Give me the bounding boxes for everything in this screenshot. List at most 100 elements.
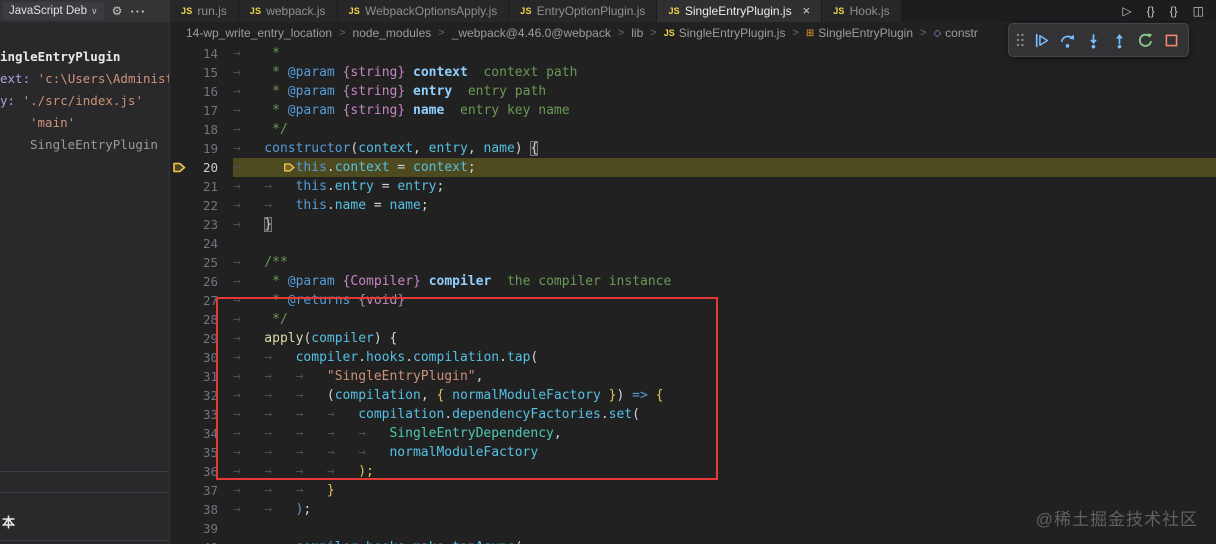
code-line-content[interactable]: → * @param {Compiler} compiler the compi… [233, 272, 1216, 291]
breakpoint-margin[interactable] [170, 177, 190, 196]
breakpoint-margin[interactable] [170, 139, 190, 158]
breakpoint-margin[interactable] [170, 500, 190, 519]
code-token: . [326, 198, 335, 213]
code-line-content[interactable]: → * @returns {void} [233, 291, 1216, 310]
debug-stop-button[interactable] [1160, 28, 1183, 52]
breakpoint-margin[interactable] [170, 253, 190, 272]
breakpoint-margin[interactable] [170, 272, 190, 291]
breadcrumb-label: SingleEntryPlugin.js [678, 26, 786, 40]
code-line-content[interactable]: → → → → → normalModuleFactory [233, 443, 1216, 462]
breakpoint-margin[interactable] [170, 234, 190, 253]
code-token: constructor [264, 141, 351, 156]
breadcrumb-item[interactable]: lib [631, 26, 643, 40]
debug-step-over-button[interactable] [1056, 28, 1079, 52]
breadcrumb-item[interactable]: JS SingleEntryPlugin.js [664, 26, 786, 40]
tab-webpackoptionsapply-js[interactable]: JS WebpackOptionsApply.js [337, 0, 510, 22]
tab-run-js[interactable]: JS run.js [170, 0, 239, 22]
line-number: 20 [202, 160, 218, 175]
debug-continue-button[interactable] [1030, 28, 1053, 52]
code-line-content[interactable] [233, 234, 1216, 253]
code-line-content[interactable]: → → this. name = name; [233, 196, 1216, 215]
debug-restart-button[interactable] [1134, 28, 1157, 52]
line-number: 28 [202, 312, 218, 327]
code-line-content[interactable]: → constructor(context, entry, name) { [233, 139, 1216, 158]
code-line-content[interactable]: → → → →); [233, 462, 1216, 481]
breakpoint-margin[interactable] [170, 215, 190, 234]
code-token: ; [436, 179, 445, 194]
breakpoint-margin[interactable] [170, 367, 190, 386]
variable-row[interactable]: SingleEntryPlugin [0, 134, 169, 156]
breakpoint-margin[interactable] [170, 538, 190, 544]
breakpoint-margin[interactable] [170, 481, 190, 500]
brackets-2-icon[interactable]: {} [1170, 4, 1178, 18]
split-editor-icon[interactable]: ◫ [1193, 4, 1204, 18]
run-icon[interactable]: ▷ [1122, 4, 1131, 18]
line-number: 24 [202, 236, 218, 251]
breadcrumb-item[interactable]: ◇ constr [933, 26, 977, 40]
variable-row[interactable]: ext: 'c:\Users\Administ… [0, 68, 169, 90]
breakpoint-margin[interactable] [170, 101, 190, 120]
code-line-content[interactable]: →→compiler.hooks.make.tapAsync( [233, 538, 1216, 544]
code-token: ( [515, 540, 523, 544]
variable-row[interactable]: 'main' [0, 112, 169, 134]
breadcrumb-label: 14-wp_write_entry_location [186, 26, 333, 40]
breakpoint-margin[interactable] [170, 291, 190, 310]
debug-step-out-button[interactable] [1108, 28, 1131, 52]
toolbar-drag-handle[interactable] [1014, 31, 1026, 49]
tab-hook-js[interactable]: JS Hook.js [822, 0, 902, 22]
breakpoint-margin[interactable] [170, 348, 190, 367]
breakpoint-margin[interactable] [170, 63, 190, 82]
breakpoint-margin[interactable] [170, 424, 190, 443]
code-line-content[interactable]: → → this. entry = entry; [233, 177, 1216, 196]
breakpoint-margin[interactable] [170, 310, 190, 329]
tab-whitespace-marker: → [295, 369, 304, 384]
debug-current-line-icon[interactable] [170, 158, 190, 177]
breakpoint-margin[interactable] [170, 196, 190, 215]
code-line-content[interactable]: → → compiler. hooks. compilation. tap( [233, 348, 1216, 367]
line-number: 39 [202, 521, 218, 536]
debug-step-into-button[interactable] [1082, 28, 1105, 52]
code-line-content[interactable]: → * @param {string} context context path [233, 63, 1216, 82]
code-line-content[interactable]: → → → (compilation, { normalModuleFactory }… [233, 386, 1216, 405]
code-line-content[interactable]: → → → → → SingleEntryDependency, [233, 424, 1216, 443]
gear-icon[interactable]: ⚙ [112, 0, 123, 22]
code-line-content[interactable]: → this. context = context; [233, 158, 1216, 177]
code-token: ( [350, 141, 359, 156]
code-editor[interactable]: 14 → * 15 → * @param {string} context conte… [170, 44, 1216, 544]
code-line-content[interactable]: → */ [233, 120, 1216, 139]
breakpoint-margin[interactable] [170, 44, 190, 63]
sidebar-section-label[interactable]: 本 [2, 512, 15, 531]
brackets-icon[interactable]: {} [1147, 4, 1155, 18]
breadcrumb-item[interactable]: 14-wp_write_entry_location [186, 26, 332, 40]
tab-entryoptionplugin-js[interactable]: JS EntryOptionPlugin.js [509, 0, 658, 22]
code-line-content[interactable]: → → → → compilation. dependencyFactories. set( [233, 405, 1216, 424]
more-actions-icon[interactable]: ··· [130, 4, 146, 19]
breakpoint-margin[interactable] [170, 329, 190, 348]
code-token: ) [616, 388, 625, 403]
variable-row[interactable]: y: './src/index.js' [0, 90, 169, 112]
breadcrumb-item[interactable]: _webpack@4.46.0@webpack [452, 26, 611, 40]
code-line-content[interactable]: → * @param {string} entry entry path [233, 82, 1216, 101]
breakpoint-margin[interactable] [170, 120, 190, 139]
code-token: ) [514, 141, 531, 156]
code-line-content[interactable]: → apply(compiler) { [233, 329, 1216, 348]
tab-singleentryplugin-js[interactable]: JS SingleEntryPlugin.js × [657, 0, 823, 22]
breadcrumb-item[interactable]: ⊞ SingleEntryPlugin [806, 26, 913, 40]
breakpoint-margin[interactable] [170, 443, 190, 462]
variable-row[interactable]: ingleEntryPlugin [0, 46, 169, 68]
breakpoint-margin[interactable] [170, 462, 190, 481]
breakpoint-margin[interactable] [170, 519, 190, 538]
breakpoint-margin[interactable] [170, 405, 190, 424]
code-line-content[interactable]: → * @param {string} name entry key name [233, 101, 1216, 120]
tab-webpack-js[interactable]: JS webpack.js [238, 0, 338, 22]
code-line-content[interactable]: → → → "SingleEntryPlugin", [233, 367, 1216, 386]
breakpoint-margin[interactable] [170, 82, 190, 101]
breadcrumb-item[interactable]: node_modules [353, 26, 432, 40]
code-line-content[interactable]: → */ [233, 310, 1216, 329]
close-icon[interactable]: × [803, 4, 811, 17]
breakpoint-margin[interactable] [170, 386, 190, 405]
code-line-content[interactable]: →} [233, 215, 1216, 234]
debug-config-dropdown[interactable]: JavaScript Deb ∨ [3, 2, 104, 20]
code-line-content[interactable]: → /** [233, 253, 1216, 272]
code-line-content[interactable]: → → →} [233, 481, 1216, 500]
